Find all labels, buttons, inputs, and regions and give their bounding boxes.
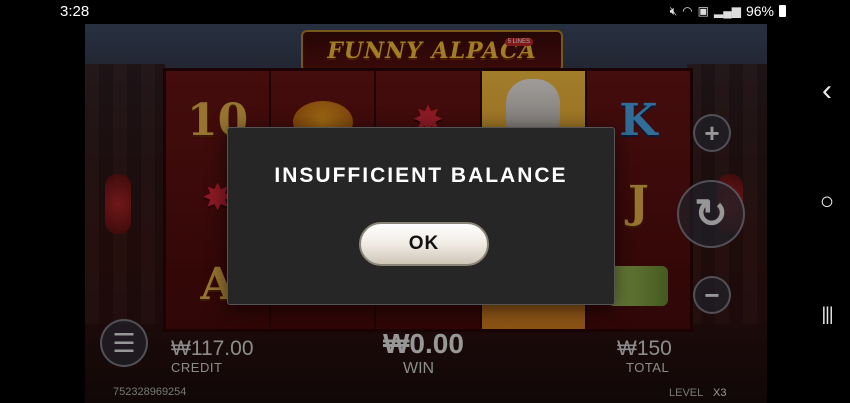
back-icon[interactable]: ‹: [817, 74, 837, 108]
volte-icon: ▣: [697, 4, 709, 18]
mute-icon: 🔇︎: [669, 3, 678, 18]
status-icons: 🔇︎ ◠ ▣ ▂▄▆ 96%: [670, 3, 786, 19]
dialog-message: INSUFFICIENT BALANCE: [274, 164, 568, 187]
battery-icon: [779, 5, 786, 17]
status-time: 3:28: [60, 3, 90, 20]
home-icon[interactable]: ○: [817, 188, 837, 216]
wifi-icon: ◠: [682, 4, 693, 18]
battery-percent: 96%: [745, 3, 774, 19]
ok-button[interactable]: OK: [359, 222, 489, 266]
status-bar: 3:28 🔇︎ ◠ ▣ ▂▄▆ 96%: [0, 0, 850, 24]
insufficient-balance-dialog: INSUFFICIENT BALANCE OK: [227, 127, 615, 305]
recents-icon[interactable]: |||: [817, 304, 837, 325]
signal-icon: ▂▄▆: [714, 4, 741, 18]
android-navigation: ‹ ○ |||: [767, 24, 850, 403]
